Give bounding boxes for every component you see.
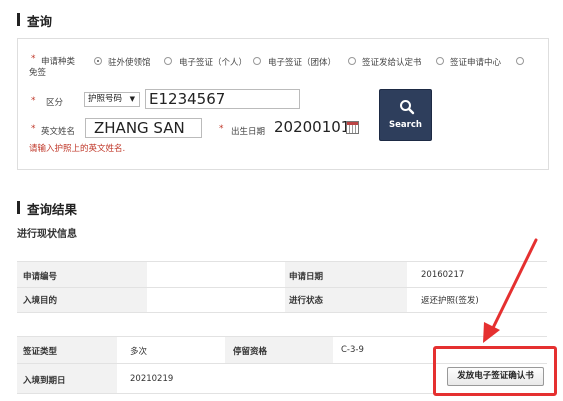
- required-mark: *: [31, 96, 36, 106]
- expiry-label: 入境到期日: [23, 376, 66, 386]
- radio-option-4[interactable]: [436, 57, 444, 65]
- visa-type-label: 签证类型: [23, 347, 58, 357]
- error-message: 请输入护照上的英文姓名.: [29, 144, 126, 154]
- birth-label: 出生日期: [231, 127, 266, 137]
- name-label: 英文姓名: [41, 127, 76, 137]
- radio-option-3[interactable]: [348, 57, 356, 65]
- status-value: 返还护照(签发): [421, 296, 479, 306]
- apply-no-label: 申请编号: [23, 272, 58, 282]
- apply-date-label: 申请日期: [289, 272, 324, 282]
- expiry-value: 20210219: [130, 374, 174, 384]
- result-subtitle: 进行现状信息: [17, 229, 77, 240]
- status-label: 进行状态: [289, 296, 324, 306]
- radio-label-2: 电子签证（团体）: [268, 58, 337, 68]
- birth-date-input[interactable]: 20200101: [274, 118, 346, 138]
- type-label: 申请种类: [41, 57, 76, 67]
- english-name-input[interactable]: ZHANG SAN: [85, 118, 202, 138]
- status-table: 申请编号 申请日期 20160217 入境目的 进行状态 返还护照(签发): [17, 261, 547, 313]
- required-mark: *: [31, 54, 36, 64]
- radio-option-5[interactable]: [516, 57, 524, 65]
- radio-label-4: 签证申请中心: [450, 58, 502, 68]
- visa-type-value: 多次: [130, 347, 148, 357]
- apply-date-value: 20160217: [421, 270, 465, 280]
- chevron-down-icon: ▼: [129, 95, 135, 103]
- radio-option-1[interactable]: [164, 57, 172, 65]
- calendar-icon[interactable]: [346, 121, 359, 134]
- stay-status-value: C-3-9: [341, 345, 364, 355]
- search-section-title: 查询: [27, 14, 53, 29]
- search-icon: [400, 100, 415, 115]
- search-button[interactable]: Search: [379, 89, 432, 141]
- entry-purpose-label: 入境目的: [23, 296, 58, 306]
- highlight-box: [433, 346, 557, 396]
- required-mark: *: [31, 124, 36, 134]
- passport-input[interactable]: E1234567: [145, 89, 300, 109]
- result-section-title: 查询结果: [27, 202, 78, 217]
- required-mark: *: [219, 124, 224, 134]
- radio-label-3: 签证发给认定书: [362, 58, 422, 68]
- search-button-label: Search: [389, 120, 422, 130]
- section-marker: [17, 201, 20, 214]
- section-marker: [17, 13, 20, 26]
- category-label: 区分: [46, 98, 64, 108]
- stay-status-label: 停留资格: [233, 347, 268, 357]
- type-label-wrap: 免签: [29, 68, 47, 78]
- radio-label-0: 驻外使领馆: [108, 58, 151, 68]
- category-select[interactable]: 护照号码 ▼: [84, 92, 140, 107]
- radio-label-1: 电子签证（个人）: [179, 58, 248, 68]
- radio-option-2[interactable]: [253, 57, 261, 65]
- radio-option-0[interactable]: [94, 57, 102, 65]
